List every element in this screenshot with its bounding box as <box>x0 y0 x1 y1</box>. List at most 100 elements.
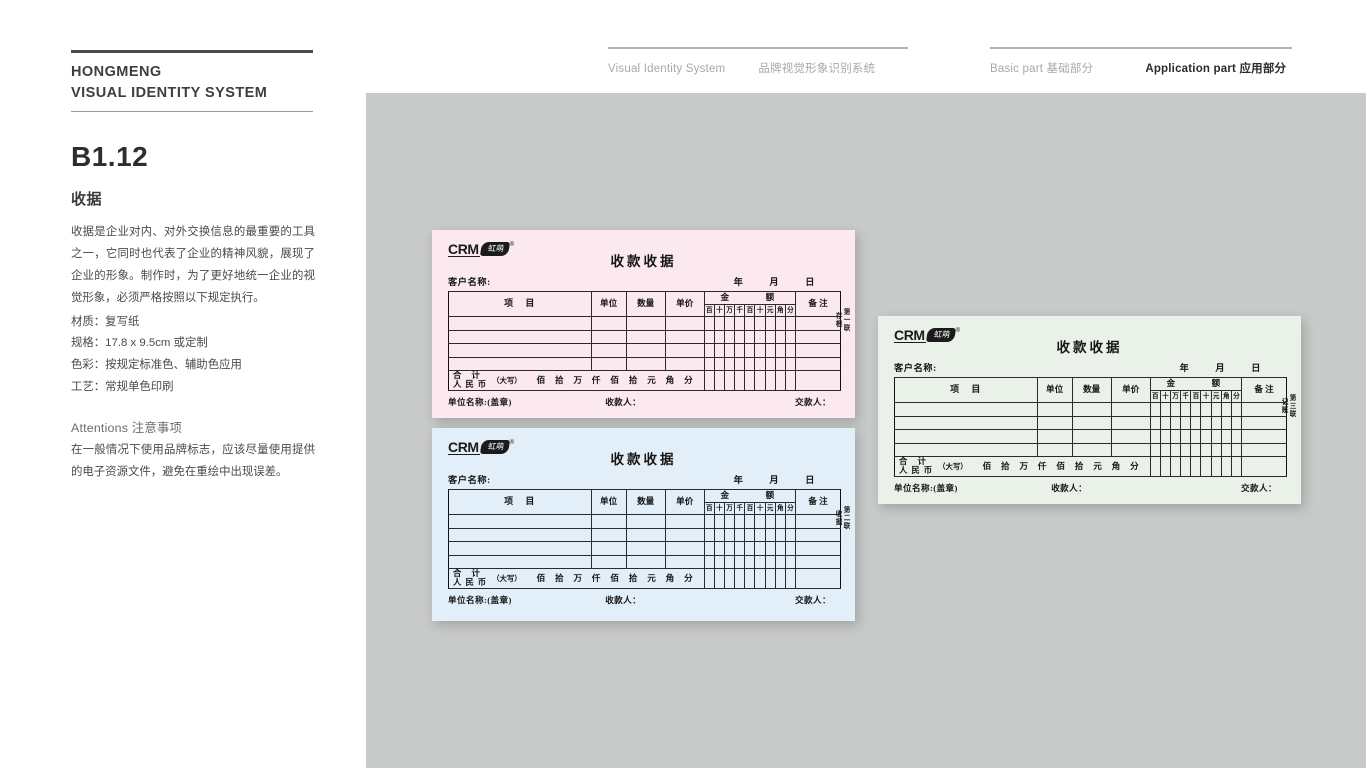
table-row[interactable] <box>448 527 841 542</box>
digit-wan: 万 <box>1170 389 1182 403</box>
header-item-vis-cn[interactable]: 品牌视觉形象识别系统 <box>758 60 875 76</box>
total-line2: 人民币 <box>899 465 937 475</box>
table-row[interactable] <box>894 442 1287 457</box>
table-total-row: 合 计人民币 （大写） 佰 拾 万 仟 佰 拾 元 角 分 <box>448 568 841 589</box>
spec-process: 工艺：常规单色印刷 <box>71 381 174 394</box>
digit-bai-2: 百 <box>1190 389 1202 403</box>
receipt-card-copy-1[interactable]: CRM 虹萌 ® 收款收据 客户名称: 年 月 日 项 目 单位 数量 单价 金… <box>432 230 855 418</box>
receipt-table: 项 目 单位 数量 单价 金 额 备 注 百 十 万 千 百 十 元 角 分 合… <box>448 489 841 589</box>
date-fields: 年 月 日 <box>1180 360 1287 374</box>
col-item: 项 目 <box>894 377 1038 403</box>
col-unit: 单位 <box>1036 377 1073 403</box>
customer-name-label: 客户名称: <box>448 475 491 485</box>
table-total-row: 合 计人民币 （大写） 佰 拾 万 仟 佰 拾 元 角 分 <box>894 456 1287 477</box>
digit-yuan: 元 <box>764 501 776 515</box>
table-row[interactable] <box>448 316 841 331</box>
unit-wan: 万 <box>573 572 583 583</box>
col-price: 单价 <box>1110 377 1151 403</box>
unit-wan: 万 <box>573 374 583 385</box>
brand-name: HONGMENG VISUAL IDENTITY SYSTEM <box>71 53 313 106</box>
table-row[interactable] <box>894 415 1287 430</box>
receipt-card-copy-3[interactable]: CRM 虹萌 ® 收款收据 客户名称: 年 月 日 项 目 单位 数量 单价 金… <box>878 316 1301 504</box>
receipt-table: 项 目 单位 数量 单价 金 额 备 注 百 十 万 千 百 十 元 角 分 合… <box>448 291 841 391</box>
digit-wan: 万 <box>724 501 736 515</box>
footer-unit-name: 单位名称:(盖章) <box>894 483 958 493</box>
copy-label-3: 第三联 记账 <box>1280 394 1295 418</box>
date-day: 日 <box>805 277 815 287</box>
receipt-meta-row: 客户名称: 年 月 日 <box>448 274 841 288</box>
digit-shi-2: 十 <box>754 501 766 515</box>
table-row[interactable] <box>448 329 841 344</box>
footer-payer: 交款人： <box>794 397 831 407</box>
unit-shi-1: 拾 <box>555 572 564 583</box>
header-group-system: Visual Identity System 品牌视觉形象识别系统 <box>608 47 908 76</box>
digit-jiao: 角 <box>1220 389 1232 403</box>
table-row[interactable] <box>448 514 841 529</box>
copy-use-2: 收据 <box>834 510 841 527</box>
col-item: 项 目 <box>448 291 592 317</box>
footer-payer: 交款人： <box>1240 483 1277 493</box>
col-amount-right: 额 <box>744 291 796 305</box>
date-month: 月 <box>769 475 780 485</box>
brand-line1: HONGMENG <box>71 64 162 80</box>
date-fields: 年 月 日 <box>734 274 841 288</box>
unit-qian: 仟 <box>591 572 601 583</box>
col-qty: 数量 <box>625 489 666 515</box>
receipt-footer: 单位名称:(盖章) 收款人： 交款人： <box>448 594 841 606</box>
header-item-application-part[interactable]: Application part 应用部分 <box>1145 60 1286 76</box>
table-row[interactable] <box>448 343 841 358</box>
unit-jiao: 角 <box>665 572 675 583</box>
unit-bai-2: 佰 <box>610 572 619 583</box>
unit-fen: 分 <box>684 572 693 583</box>
customer-name-label: 客户名称: <box>894 363 937 373</box>
date-year: 年 <box>733 475 744 485</box>
total-unit-scale: 佰 拾 万 仟 佰 拾 元 角 分 <box>522 375 704 387</box>
digit-yuan: 元 <box>764 303 776 317</box>
col-qty: 数量 <box>1071 377 1112 403</box>
spec-size: 规格：17.8 x 9.5cm 或定制 <box>71 337 208 350</box>
receipt-card-copy-2[interactable]: CRM 虹萌 ® 收款收据 客户名称: 年 月 日 项 目 单位 数量 单价 金… <box>432 428 855 621</box>
receipt-title: 收款收据 <box>610 452 677 467</box>
footer-payer: 交款人： <box>794 595 831 605</box>
header-item-basic-part[interactable]: Basic part 基础部分 <box>990 60 1093 76</box>
unit-yuan: 元 <box>647 572 656 583</box>
footer-payee: 收款人： <box>605 397 642 407</box>
customer-name-label: 客户名称: <box>448 277 491 287</box>
total-note: （大写） <box>492 375 522 385</box>
attentions-title: Attentions 注意事项 <box>71 421 183 436</box>
col-amount-left: 金 <box>703 291 745 305</box>
unit-shi-2: 拾 <box>628 374 638 385</box>
total-label: 合 计人民币 （大写） 佰 拾 万 仟 佰 拾 元 角 分 <box>449 371 704 390</box>
spec-list: 材质：复写纸 规格：17.8 x 9.5cm 或定制 色彩：按规定标准色、辅助色… <box>71 312 315 400</box>
copy-use-3: 记账 <box>1280 398 1287 415</box>
total-unit-scale: 佰 拾 万 仟 佰 拾 元 角 分 <box>522 573 704 585</box>
table-row[interactable] <box>894 402 1287 417</box>
table-row[interactable] <box>894 429 1287 444</box>
receipt-title: 收款收据 <box>1056 340 1123 355</box>
unit-jiao: 角 <box>665 374 675 385</box>
unit-fen: 分 <box>684 374 693 385</box>
digit-jiao: 角 <box>774 501 786 515</box>
col-price: 单价 <box>664 291 705 317</box>
col-qty: 数量 <box>625 291 666 317</box>
copy-use-1: 存根 <box>834 312 841 329</box>
unit-qian: 仟 <box>1037 460 1047 471</box>
receipt-meta-row: 客户名称: 年 月 日 <box>448 472 841 486</box>
receipt-table: 项 目 单位 数量 单价 金 额 备 注 百 十 万 千 百 十 元 角 分 合… <box>894 377 1287 477</box>
receipt-footer: 单位名称:(盖章) 收款人： 交款人： <box>894 482 1287 494</box>
table-row[interactable] <box>448 541 841 556</box>
date-day: 日 <box>1251 363 1261 373</box>
header-item-vis-en[interactable]: Visual Identity System <box>608 63 725 75</box>
table-row[interactable] <box>448 356 841 371</box>
table-row[interactable] <box>448 554 841 569</box>
attentions-body: 在一般情况下使用品牌标志，应该尽量使用提供的电子资源文件，避免在重绘中出现误差。 <box>71 444 315 479</box>
copy-index-2: 第二联 <box>842 506 849 531</box>
footer-unit-name: 单位名称:(盖章) <box>448 397 512 407</box>
description-paragraph: 收据是企业对内、对外交换信息的最重要的工具之一，它同时也代表了企业的精神风貌，展… <box>71 226 315 304</box>
registered-mark-icon: ® <box>509 440 515 446</box>
col-unit: 单位 <box>590 489 627 515</box>
registered-mark-icon: ® <box>509 242 515 248</box>
digit-wan: 万 <box>724 303 736 317</box>
unit-bai-2: 佰 <box>610 374 619 385</box>
unit-bai-1: 佰 <box>982 460 992 471</box>
